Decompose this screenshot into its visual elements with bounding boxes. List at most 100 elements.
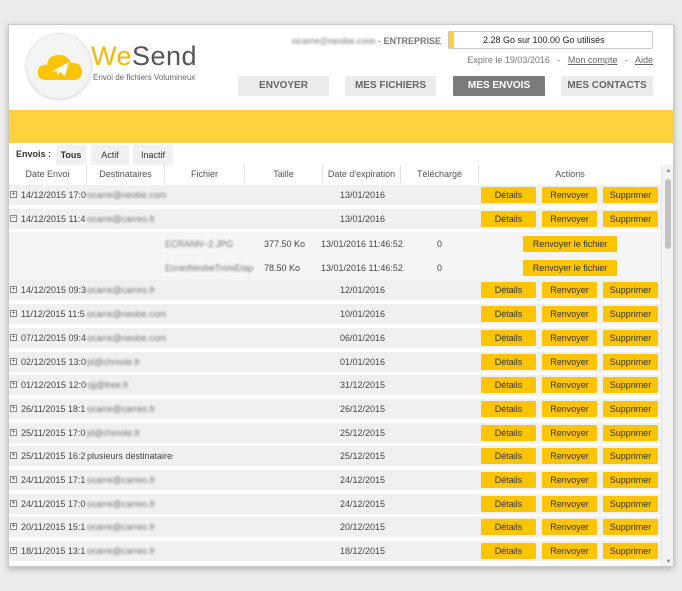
expand-toggle-icon[interactable]: + <box>10 452 17 460</box>
resend-button[interactable]: Renvoyer <box>542 424 597 441</box>
filter-all[interactable]: Tous <box>56 145 86 165</box>
delete-button[interactable]: Supprimer <box>603 519 658 536</box>
details-button[interactable]: Détails <box>481 282 536 299</box>
resend-file-button[interactable]: Renvoyer le fichier <box>523 236 617 253</box>
delete-button[interactable]: Supprimer <box>603 210 658 227</box>
expand-toggle-icon[interactable]: + <box>10 191 17 198</box>
expand-toggle-icon[interactable]: + <box>10 499 17 507</box>
details-button[interactable]: Détails <box>481 495 536 512</box>
resend-button[interactable]: Renvoyer <box>542 400 597 417</box>
table-row[interactable]: +25/11/2015 16:2 plusieurs destinataires 2… <box>9 446 661 469</box>
table-scrollbar[interactable]: ▲ ▼ <box>661 165 673 566</box>
logo[interactable] <box>26 33 92 99</box>
col-date-envoi[interactable]: Date Envoi <box>9 165 87 183</box>
table-row[interactable]: +14/12/2015 09:3 ocarre@carreo.fr 12/01/20… <box>9 280 661 303</box>
table-row[interactable]: +26/11/2015 18:1 ocarre@carreo.fr 26/12/20… <box>9 398 661 421</box>
col-taille[interactable]: Taille <box>245 165 323 183</box>
expand-toggle-icon[interactable]: + <box>10 523 17 531</box>
delete-button[interactable]: Supprimer <box>603 400 658 417</box>
subrow-file-name: ECRANN~2.JPG <box>165 239 234 250</box>
resend-button[interactable]: Renvoyer <box>542 519 597 536</box>
resend-button[interactable]: Renvoyer <box>542 353 597 370</box>
details-button[interactable]: Détails <box>481 377 536 394</box>
details-button[interactable]: Détails <box>481 448 536 465</box>
row-recipients: ocarre@carreo.fr <box>87 213 156 224</box>
table-row[interactable]: +02/12/2015 13:0 jd@chmole.fr 01/01/2016 Dé… <box>9 351 661 374</box>
details-button[interactable]: Détails <box>481 187 536 203</box>
nav-send[interactable]: ENVOYER <box>238 76 329 96</box>
expand-toggle-icon[interactable]: + <box>10 404 17 412</box>
row-expiration: 25/12/2015 <box>340 427 386 438</box>
nav-my-sends[interactable]: MES ENVOIS <box>453 76 545 96</box>
scroll-thumb[interactable] <box>665 179 671 249</box>
resend-button[interactable]: Renvoyer <box>542 495 597 512</box>
details-button[interactable]: Détails <box>481 306 536 323</box>
expand-toggle-icon[interactable]: + <box>10 476 17 483</box>
delete-button[interactable]: Supprimer <box>603 282 658 299</box>
delete-button[interactable]: Supprimer <box>603 543 658 560</box>
subrow-downloads: 0 <box>437 263 443 274</box>
table-row[interactable]: +07/12/2015 09:4 ocarre@neobe.com 06/01/20… <box>9 327 661 350</box>
col-expiration[interactable]: Date d'expiration <box>323 165 401 183</box>
resend-button[interactable]: Renvoyer <box>542 306 597 323</box>
expand-toggle-icon[interactable]: − <box>10 214 17 222</box>
resend-button[interactable]: Renvoyer <box>542 448 597 465</box>
details-button[interactable]: Détails <box>481 329 536 346</box>
col-fichier[interactable]: Fichier <box>165 165 245 183</box>
details-button[interactable]: Détails <box>481 353 536 370</box>
expand-toggle-icon[interactable]: + <box>10 357 17 365</box>
row-date: 25/11/2015 17:0 <box>21 427 86 438</box>
delete-button[interactable]: Supprimer <box>603 329 658 346</box>
delete-button[interactable]: Supprimer <box>603 424 658 441</box>
table-row[interactable]: +11/12/2015 11:5 ocarre@neobe.com 10/01/20… <box>9 304 661 327</box>
delete-button[interactable]: Supprimer <box>603 353 658 370</box>
resend-button[interactable]: Renvoyer <box>542 543 597 560</box>
resend-button[interactable]: Renvoyer <box>542 472 597 488</box>
resend-button[interactable]: Renvoyer <box>542 282 597 299</box>
details-button[interactable]: Détails <box>481 400 536 417</box>
resend-button[interactable]: Renvoyer <box>542 210 597 227</box>
details-button[interactable]: Détails <box>481 472 536 488</box>
scroll-up-icon[interactable]: ▲ <box>662 165 673 177</box>
expand-toggle-icon[interactable]: + <box>10 547 17 555</box>
delete-button[interactable]: Supprimer <box>603 187 658 203</box>
resend-button[interactable]: Renvoyer <box>542 329 597 346</box>
details-button[interactable]: Détails <box>481 424 536 441</box>
expand-toggle-icon[interactable]: + <box>10 286 17 294</box>
resend-button[interactable]: Renvoyer <box>542 377 597 394</box>
table-row[interactable]: +01/12/2015 12:0 ojj@free.fr 31/12/2015 Dét… <box>9 375 661 398</box>
table-row[interactable]: +24/11/2015 17:1 ocarre@carreo.fr 24/12/20… <box>9 470 661 492</box>
delete-button[interactable]: Supprimer <box>603 472 658 488</box>
row-expiration: 20/12/2015 <box>340 522 386 533</box>
row-date: 02/12/2015 13:0 <box>21 356 87 367</box>
resend-file-button[interactable]: Renvoyer le fichier <box>523 260 617 277</box>
expand-toggle-icon[interactable]: + <box>10 381 17 389</box>
delete-button[interactable]: Supprimer <box>603 377 658 394</box>
resend-button[interactable]: Renvoyer <box>542 187 597 203</box>
scroll-down-icon[interactable]: ▼ <box>662 556 673 566</box>
table-row[interactable]: +14/12/2015 17:0 ocarre@neobe.com 13/01/20… <box>9 185 661 207</box>
table-row[interactable]: +18/11/2015 13:1 ocarre@carreo.fr 18/12/20… <box>9 541 661 564</box>
row-date: 24/11/2015 17:0 <box>21 498 86 509</box>
details-button[interactable]: Détails <box>481 519 536 536</box>
delete-button[interactable]: Supprimer <box>603 448 658 465</box>
help-link[interactable]: Aide <box>635 55 653 65</box>
details-button[interactable]: Détails <box>481 543 536 560</box>
details-button[interactable]: Détails <box>481 210 536 227</box>
filter-inactive[interactable]: Inactif <box>133 145 173 165</box>
filter-active[interactable]: Actif <box>91 145 129 165</box>
my-account-link[interactable]: Mon compte <box>568 55 618 65</box>
table-row[interactable]: +25/11/2015 17:0 jd@chmole.fr 25/12/2015 Dé… <box>9 422 661 445</box>
delete-button[interactable]: Supprimer <box>603 495 658 512</box>
table-row[interactable]: +24/11/2015 17:0 ocarre@carreo.fr 24/12/20… <box>9 493 661 516</box>
col-destinataires[interactable]: Destinataires <box>87 165 165 183</box>
expand-toggle-icon[interactable]: + <box>10 428 17 436</box>
table-row[interactable]: +20/11/2015 15:1 ocarre@carreo.fr 20/12/20… <box>9 517 661 540</box>
nav-my-files[interactable]: MES FICHIERS <box>345 76 436 96</box>
expand-toggle-icon[interactable]: + <box>10 310 17 318</box>
delete-button[interactable]: Supprimer <box>603 306 658 323</box>
expand-toggle-icon[interactable]: + <box>10 333 17 341</box>
table-row[interactable]: −14/12/2015 11:4 ocarre@carreo.fr 13/01/20… <box>9 208 661 231</box>
col-telecharge[interactable]: Téléchargé <box>401 165 479 183</box>
nav-my-contacts[interactable]: MES CONTACTS <box>561 76 653 96</box>
